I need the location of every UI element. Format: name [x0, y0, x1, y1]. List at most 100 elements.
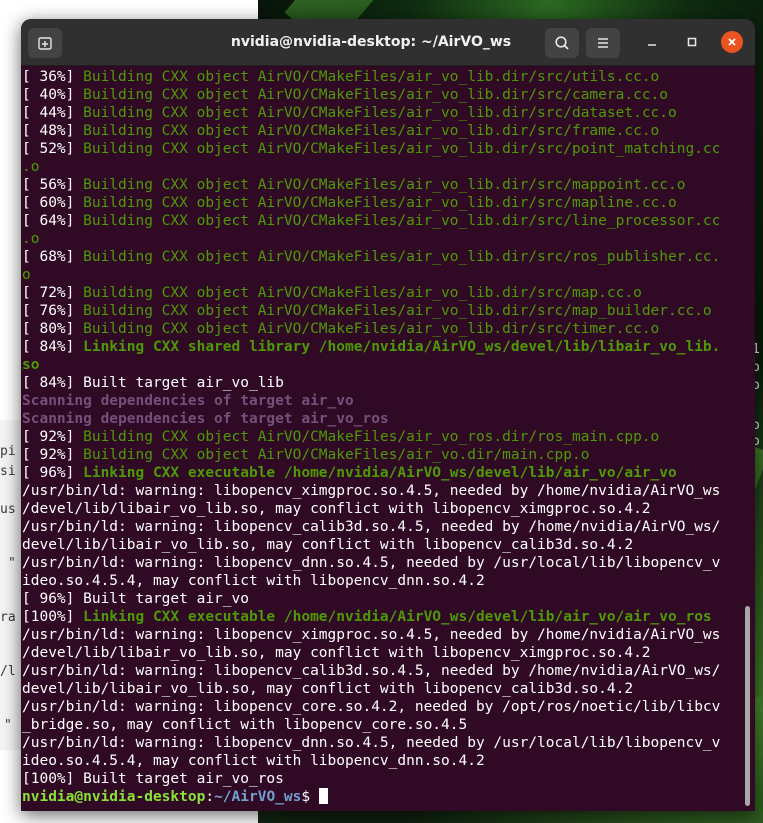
terminal-line: devel/lib/libair_vo_lib.so, may conflict… [22, 536, 744, 554]
terminal-line: [ 72%] Building CXX object AirVO/CMakeFi… [22, 284, 744, 302]
line-text: ideo.so.4.5.4, may conflict with libopen… [22, 753, 485, 769]
progress-prefix: [ 36%] [22, 69, 84, 85]
progress-prefix: [ 52%] [22, 141, 84, 157]
terminal-line: [ 68%] Building CXX object AirVO/CMakeFi… [22, 248, 744, 266]
terminal-line: [ 48%] Building CXX object AirVO/CMakeFi… [22, 122, 744, 140]
terminal-body[interactable]: [ 36%] Building CXX object AirVO/CMakeFi… [21, 66, 755, 811]
line-text: Building CXX object AirVO/CMakeFiles/air… [83, 69, 660, 85]
terminal-line: [ 56%] Building CXX object AirVO/CMakeFi… [22, 176, 744, 194]
terminal-line: /usr/bin/ld: warning: libopencv_dnn.so.4… [22, 554, 744, 572]
new-tab-button[interactable] [28, 28, 62, 58]
terminal-line: [ 96%] Linking CXX executable /home/nvid… [22, 464, 744, 482]
background-text-fragment: pi [0, 444, 16, 459]
progress-prefix: [ 92%] [22, 447, 84, 463]
minimize-icon [648, 44, 656, 46]
line-text: /usr/bin/ld: warning: libopencv_calib3d.… [22, 663, 721, 679]
terminal-line: [ 64%] Building CXX object AirVO/CMakeFi… [22, 212, 744, 230]
line-text: /usr/bin/ld: warning: libopencv_ximgproc… [22, 627, 721, 643]
terminal-line: ideo.so.4.5.4, may conflict with libopen… [22, 572, 744, 590]
line-text: Building CXX object AirVO/CMakeFiles/air… [83, 285, 642, 301]
terminal-line: /devel/lib/libair_vo_lib.so, may conflic… [22, 644, 744, 662]
line-text: /usr/bin/ld: warning: libopencv_core.so.… [22, 699, 721, 715]
terminal-line: [ 96%] Built target air_vo [22, 590, 744, 608]
terminal-line: /usr/bin/ld: warning: libopencv_ximgproc… [22, 626, 744, 644]
terminal-line: Scanning dependencies of target air_vo [22, 392, 744, 410]
terminal-line: [ 36%] Building CXX object AirVO/CMakeFi… [22, 68, 744, 86]
terminal-line: ideo.so.4.5.4, may conflict with libopen… [22, 752, 744, 770]
minimize-button[interactable] [641, 31, 663, 53]
terminal-line: so [22, 356, 744, 374]
terminal-scrollbar[interactable] [745, 606, 750, 806]
terminal-line: o [22, 266, 744, 284]
line-text: /usr/bin/ld: warning: libopencv_ximgproc… [22, 483, 721, 499]
terminal-line: [ 60%] Building CXX object AirVO/CMakeFi… [22, 194, 744, 212]
line-text: Linking CXX shared library /home/nvidia/… [83, 339, 721, 355]
maximize-button[interactable] [681, 31, 703, 53]
terminal-line: devel/lib/libair_vo_lib.so, may conflict… [22, 680, 744, 698]
terminal-line: /usr/bin/ld: warning: libopencv_core.so.… [22, 698, 744, 716]
terminal-line: /devel/lib/libair_vo_lib.so, may conflic… [22, 500, 744, 518]
terminal-line: [100%] Built target air_vo_ros [22, 770, 744, 788]
background-text-fragment: ra [0, 610, 16, 625]
line-text: /usr/bin/ld: warning: libopencv_calib3d.… [22, 519, 721, 535]
progress-prefix: [ 44%] [22, 105, 84, 121]
close-icon [728, 38, 736, 46]
line-text: Scanning dependencies of target air_vo [22, 393, 354, 409]
new-tab-icon [38, 37, 52, 50]
progress-prefix: [ 60%] [22, 195, 84, 211]
progress-prefix: [ 64%] [22, 213, 84, 229]
background-text-fragment: /l [0, 664, 16, 679]
line-text: Building CXX object AirVO/CMakeFiles/air… [83, 429, 660, 445]
terminal-line: [ 92%] Building CXX object AirVO/CMakeFi… [22, 428, 744, 446]
search-button[interactable] [545, 28, 579, 58]
line-text: Building CXX object AirVO/CMakeFiles/air… [83, 141, 721, 157]
progress-prefix: [ 56%] [22, 177, 84, 193]
line-text: Building CXX object AirVO/CMakeFiles/air… [83, 177, 686, 193]
prompt-colon: : [205, 789, 215, 805]
progress-prefix: [ 40%] [22, 87, 84, 103]
terminal-line: /usr/bin/ld: warning: libopencv_calib3d.… [22, 662, 744, 680]
line-text: devel/lib/libair_vo_lib.so, may conflict… [22, 537, 634, 553]
prompt-path: ~/AirVO_ws [214, 789, 302, 805]
background-text-fragment: si [0, 464, 16, 479]
prompt-symbol: $ [301, 789, 311, 805]
progress-prefix: [ 72%] [22, 285, 84, 301]
line-text: .o [22, 159, 40, 175]
line-text: /devel/lib/libair_vo_lib.so, may conflic… [22, 645, 651, 661]
window-title: nvidia@nvidia-desktop: ~/AirVO_ws [230, 34, 512, 50]
line-text: /usr/bin/ld: warning: libopencv_dnn.so.4… [22, 555, 721, 571]
close-button[interactable] [721, 31, 743, 53]
line-text: ideo.so.4.5.4, may conflict with libopen… [22, 573, 485, 589]
progress-prefix: [ 68%] [22, 249, 84, 265]
progress-prefix: [ 80%] [22, 321, 84, 337]
line-text: Building CXX object AirVO/CMakeFiles/air… [83, 87, 669, 103]
line-text: Building CXX object AirVO/CMakeFiles/air… [83, 249, 721, 265]
line-text: [100%] Built target air_vo_ros [22, 771, 284, 787]
line-text: devel/lib/libair_vo_lib.so, may conflict… [22, 681, 634, 697]
terminal-line: Scanning dependencies of target air_vo_r… [22, 410, 744, 428]
terminal-line: [ 76%] Building CXX object AirVO/CMakeFi… [22, 302, 744, 320]
headerbar: nvidia@nvidia-desktop: ~/AirVO_ws [21, 19, 755, 66]
line-text: Building CXX object AirVO/CMakeFiles/air… [83, 303, 712, 319]
terminal-line: [ 84%] Linking CXX shared library /home/… [22, 338, 744, 356]
line-text: _bridge.so, may conflict with libopencv_… [22, 717, 468, 733]
line-text: [ 96%] Built target air_vo [22, 591, 249, 607]
terminal-line: /usr/bin/ld: warning: libopencv_ximgproc… [22, 482, 744, 500]
background-text-fragment: us [0, 502, 16, 517]
terminal-window[interactable]: nvidia@nvidia-desktop: ~/AirVO_ws [36%]… [21, 19, 755, 811]
line-text: so [22, 357, 40, 373]
progress-prefix: [ 48%] [22, 123, 84, 139]
line-text: Linking CXX executable /home/nvidia/AirV… [83, 609, 712, 625]
line-text: Building CXX object AirVO/CMakeFiles/air… [83, 123, 660, 139]
prompt-user-host: nvidia@nvidia-desktop [22, 789, 206, 805]
progress-prefix: [ 84%] [22, 339, 84, 355]
line-text: Linking CXX executable /home/nvidia/AirV… [83, 465, 677, 481]
progress-prefix: [100%] [22, 609, 84, 625]
line-text: Building CXX object AirVO/CMakeFiles/air… [83, 105, 677, 121]
shell-prompt[interactable]: nvidia@nvidia-desktop:~/AirVO_ws$ [22, 788, 744, 806]
line-text: Scanning dependencies of target air_vo_r… [22, 411, 389, 427]
terminal-line: .o [22, 158, 744, 176]
terminal-line: /usr/bin/ld: warning: libopencv_dnn.so.4… [22, 734, 744, 752]
menu-button[interactable] [586, 28, 620, 58]
terminal-line: [100%] Linking CXX executable /home/nvid… [22, 608, 744, 626]
